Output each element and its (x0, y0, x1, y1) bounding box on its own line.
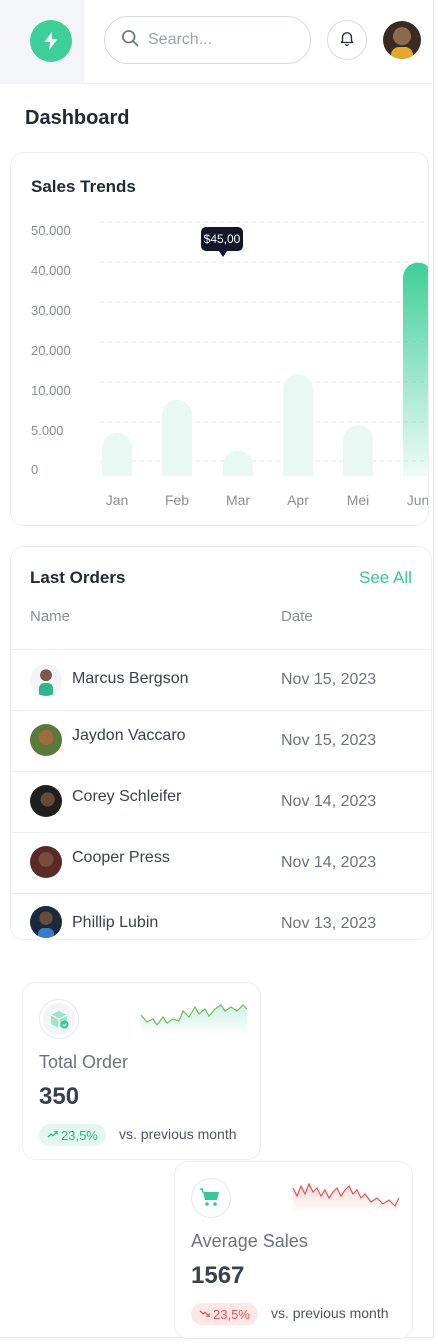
order-date: Nov 15, 2023 (281, 732, 377, 749)
trend-up-icon (47, 1128, 58, 1143)
trend-down-icon (199, 1307, 210, 1322)
chart-tooltip-pointer (219, 251, 227, 257)
order-status-truncated: S (431, 854, 432, 872)
chart-bar (403, 262, 428, 476)
table-row[interactable]: Phillip Lubin Nov 13, 2023 S (11, 893, 432, 939)
chart-bar (283, 374, 313, 476)
average-sales-label: Average Sales (191, 1231, 308, 1251)
search-icon (120, 28, 140, 53)
total-order-value: 350 (39, 1083, 80, 1110)
bell-icon (338, 29, 356, 52)
chart-bar (162, 399, 192, 476)
avatar (30, 846, 62, 878)
sales-trends-card: Sales Trends 50.000 40.000 30.000 20.000 10.… (10, 152, 429, 526)
x-tick-label: Mar (226, 492, 250, 508)
y-tick-label: 50.000 (31, 223, 71, 238)
order-date: Nov 15, 2023 (281, 671, 377, 688)
order-date: Nov 13, 2023 (281, 915, 377, 932)
y-tick-label: 5.000 (31, 423, 64, 438)
logo-cell (0, 0, 84, 84)
order-date: Nov 14, 2023 (281, 793, 377, 810)
average-sales-value: 1567 (191, 1262, 245, 1289)
x-tick-label: Feb (165, 492, 189, 508)
average-sales-change: 23,5% (213, 1306, 250, 1322)
chart-bar (102, 432, 132, 476)
column-header-truncated: A (431, 608, 432, 625)
dashboard-frame: Dashboard Sales Trends 50.00040.00030.00… (0, 0, 434, 1339)
y-tick-label: 40.000 (31, 263, 71, 278)
total-order-change-badge: 23,5% (39, 1124, 106, 1146)
y-tick-label: 10.000 (31, 383, 71, 398)
chart-bar (223, 450, 253, 476)
user-avatar[interactable] (383, 21, 421, 59)
y-tick-label: 0 (31, 462, 38, 477)
order-status-truncated: S (431, 671, 432, 689)
y-tick-label: 30.000 (31, 303, 71, 318)
x-tick-label: Mei (347, 492, 370, 508)
y-tick-label: 20.000 (31, 343, 71, 358)
order-customer-name: Corey Schleifer (72, 788, 182, 805)
search-bar[interactable] (104, 16, 311, 64)
avatar (30, 724, 62, 756)
x-tick-label: Jan (106, 492, 129, 508)
search-input[interactable] (148, 31, 298, 49)
order-customer-name: Jaydon Vaccaro (72, 727, 186, 744)
last-orders-card: Last Orders See All Name Date A Marcus B… (10, 546, 432, 940)
order-customer-name: Phillip Lubin (72, 914, 159, 931)
shopping-cart-icon (191, 1178, 231, 1218)
order-status-truncated: S (431, 793, 432, 811)
avatar (30, 664, 62, 696)
total-order-card[interactable]: Total Order 350 23,5% vs. previous month (22, 982, 261, 1160)
header-divider (84, 83, 434, 84)
chart-bar (343, 425, 373, 476)
order-customer-name: Cooper Press (72, 849, 170, 866)
order-status-truncated: S (431, 915, 432, 933)
table-row[interactable]: Marcus Bergson Nov 15, 2023 S (11, 649, 432, 710)
column-header-name: Name (30, 608, 71, 625)
average-sales-card[interactable]: Average Sales 1567 23,5% vs. previous mo… (174, 1161, 413, 1339)
average-sales-sparkline (292, 1182, 400, 1214)
table-row[interactable]: Corey Schleifer Nov 14, 2023 S (11, 771, 432, 832)
x-tick-label: Apr (287, 492, 309, 508)
avatar (30, 906, 62, 938)
order-customer-name: Marcus Bergson (72, 670, 189, 687)
total-order-change: 23,5% (61, 1127, 98, 1143)
chart-tooltip-text: $45,00 (204, 232, 241, 246)
table-row[interactable]: Cooper Press Nov 14, 2023 S (11, 832, 432, 893)
x-tick-label: Jun (407, 492, 429, 508)
order-status-truncated: S (431, 732, 432, 750)
total-order-sparkline (140, 1004, 248, 1035)
order-date: Nov 14, 2023 (281, 854, 377, 871)
lightning-logo-icon[interactable] (30, 20, 72, 62)
package-box-icon (39, 999, 79, 1039)
sales-trends-chart: 50.000 40.000 30.000 20.000 10.000 5.000 0 Jan F… (31, 221, 429, 508)
table-row[interactable]: Jaydon Vaccaro Nov 15, 2023 S (11, 710, 432, 771)
total-order-label: Total Order (39, 1052, 129, 1072)
average-sales-compare: vs. previous month (271, 1305, 389, 1321)
average-sales-change-badge: 23,5% (191, 1303, 258, 1325)
last-orders-title: Last Orders (30, 568, 126, 587)
page-title: Dashboard (25, 107, 130, 129)
notification-button[interactable] (327, 20, 367, 60)
avatar (30, 785, 62, 817)
see-all-link[interactable]: See All (359, 568, 412, 588)
total-order-compare: vs. previous month (119, 1126, 237, 1142)
column-header-date: Date (281, 608, 313, 625)
